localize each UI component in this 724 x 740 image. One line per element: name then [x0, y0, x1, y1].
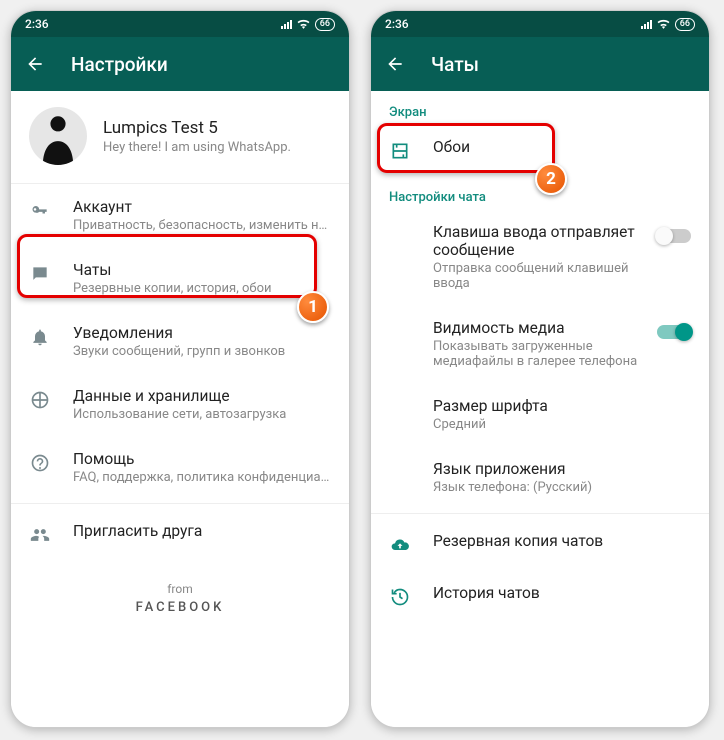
phone-right: 2:36 66 Чаты Экран Обои Настройки чата К… [370, 10, 710, 728]
item-title: Клавиша ввода отправляет сообщение [433, 223, 649, 259]
item-title: Уведомления [73, 324, 331, 342]
toggle-media-visibility[interactable] [657, 325, 691, 339]
item-sub: FAQ, поддержка, политика конфиденциальн.… [73, 470, 331, 485]
chats-item-enter-send[interactable]: Клавиша ввода отправляет сообщениеОтправ… [371, 209, 709, 305]
key-icon [29, 200, 51, 222]
status-right: 66 [641, 18, 695, 31]
spacer-icon [389, 321, 411, 343]
spacer-icon [389, 399, 411, 421]
chats-item-backup[interactable]: Резервная копия чатов [371, 518, 709, 570]
chats-item-history[interactable]: История чатов [371, 570, 709, 622]
item-title: Пригласить друга [73, 522, 331, 540]
item-sub: Язык телефона: (Русский) [433, 480, 691, 495]
back-icon[interactable] [385, 54, 405, 74]
status-bar: 2:36 66 [11, 11, 349, 37]
app-bar: Чаты [371, 37, 709, 91]
item-title: Помощь [73, 450, 331, 468]
settings-item-data[interactable]: Данные и хранилище Использование сети, ав… [11, 373, 349, 436]
chats-item-font-size[interactable]: Размер шрифта Средний [371, 383, 709, 446]
item-title: Резервная копия чатов [433, 532, 691, 550]
item-sub: Средний [433, 417, 691, 432]
data-icon [29, 389, 51, 411]
step-badge-2: 2 [535, 163, 567, 195]
item-title: Видимость медиа [433, 319, 649, 337]
chats-item-media-visibility[interactable]: Видимость медиа Показывать загруженные ме… [371, 305, 709, 383]
status-right: 66 [281, 18, 335, 31]
cloud-upload-icon [389, 534, 411, 556]
footer-from: from [11, 582, 349, 596]
item-title: История чатов [433, 584, 691, 602]
help-icon [29, 452, 51, 474]
step-badge-1: 1 [297, 291, 329, 323]
battery-icon: 66 [675, 18, 695, 31]
signal-icon [641, 19, 652, 29]
avatar [29, 107, 87, 165]
wifi-icon [657, 19, 670, 29]
toggle-enter-send[interactable] [657, 229, 691, 243]
appbar-title: Настройки [71, 53, 168, 76]
signal-icon [281, 19, 292, 29]
chat-icon [29, 263, 51, 285]
profile-status: Hey there! I am using WhatsApp. [103, 140, 291, 155]
profile-row[interactable]: Lumpics Test 5 Hey there! I am using Wha… [11, 91, 349, 184]
item-sub: Резервные копии, история, обои [73, 281, 331, 296]
wifi-icon [297, 19, 310, 29]
history-icon [389, 586, 411, 608]
spacer-icon [389, 462, 411, 484]
app-bar: Настройки [11, 37, 349, 91]
divider [371, 513, 709, 514]
phone-left: 2:36 66 Настройки Lumpics Test 5 Hey the… [10, 10, 350, 728]
chats-item-app-language[interactable]: Язык приложения Язык телефона: (Русский) [371, 446, 709, 509]
divider [11, 503, 349, 504]
appbar-title: Чаты [431, 53, 479, 76]
footer-brand: FACEBOOK [11, 600, 349, 615]
profile-name: Lumpics Test 5 [103, 118, 291, 138]
battery-icon: 66 [315, 18, 335, 31]
item-title: Размер шрифта [433, 397, 691, 415]
status-bar: 2:36 66 [371, 11, 709, 37]
clock: 2:36 [385, 17, 409, 31]
clock: 2:36 [25, 17, 49, 31]
back-icon[interactable] [25, 54, 45, 74]
item-title: Обои [433, 138, 691, 156]
section-screen: Экран [371, 91, 709, 124]
item-sub: Показывать загруженные медиафайлы в гале… [433, 339, 649, 369]
settings-item-notifications[interactable]: Уведомления Звуки сообщений, групп и звон… [11, 310, 349, 373]
item-sub: Звуки сообщений, групп и звонков [73, 344, 331, 359]
settings-item-invite[interactable]: Пригласить друга [11, 508, 349, 560]
settings-item-account[interactable]: Аккаунт Приватность, безопасность, измени… [11, 184, 349, 247]
item-title: Чаты [73, 261, 331, 279]
item-sub: Использование сети, автозагрузка [73, 407, 331, 422]
spacer-icon [389, 225, 411, 247]
settings-item-help[interactable]: Помощь FAQ, поддержка, политика конфиденц… [11, 436, 349, 499]
item-sub: Отправка сообщений клавишей ввода [433, 261, 649, 291]
item-title: Данные и хранилище [73, 387, 331, 405]
settings-content: Lumpics Test 5 Hey there! I am using Wha… [11, 91, 349, 727]
bell-icon [29, 326, 51, 348]
people-icon [29, 524, 51, 546]
item-title: Язык приложения [433, 460, 691, 478]
item-sub: Приватность, безопасность, изменить номе… [73, 218, 331, 233]
wallpaper-icon [389, 140, 411, 162]
item-title: Аккаунт [73, 198, 331, 216]
